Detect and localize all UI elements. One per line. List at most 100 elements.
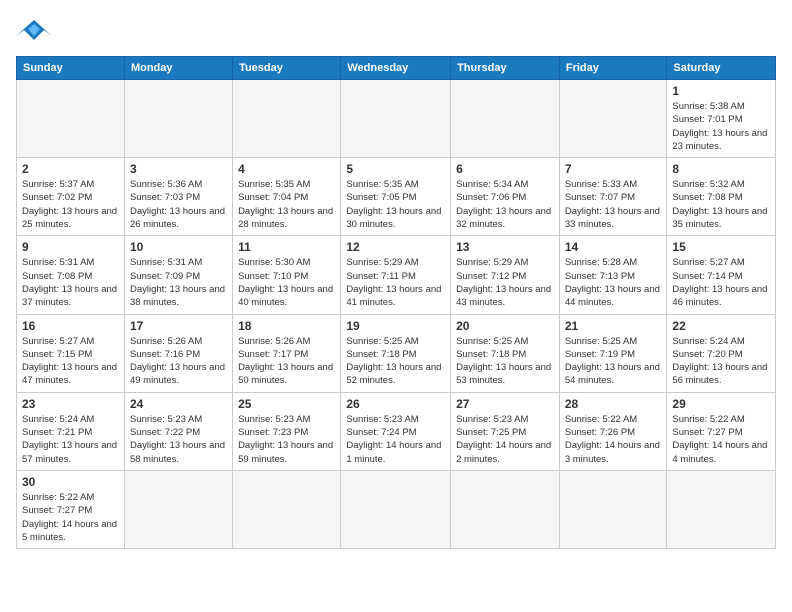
day-info: Sunrise: 5:37 AM Sunset: 7:02 PM Dayligh… <box>22 178 119 231</box>
calendar-cell: 27 Sunrise: 5:23 AM Sunset: 7:25 PM Dayli… <box>451 392 560 470</box>
calendar-cell: 24 Sunrise: 5:23 AM Sunset: 7:22 PM Dayli… <box>124 392 232 470</box>
day-number: 29 <box>672 397 770 411</box>
day-info: Sunrise: 5:23 AM Sunset: 7:23 PM Dayligh… <box>238 413 335 466</box>
day-info: Sunrise: 5:25 AM Sunset: 7:19 PM Dayligh… <box>565 335 662 388</box>
day-number: 9 <box>22 240 119 254</box>
day-number: 3 <box>130 162 227 176</box>
calendar-cell <box>124 470 232 548</box>
calendar-cell: 29 Sunrise: 5:22 AM Sunset: 7:27 PM Dayli… <box>667 392 776 470</box>
calendar-cell: 12 Sunrise: 5:29 AM Sunset: 7:11 PM Dayli… <box>341 236 451 314</box>
calendar-cell: 28Sunrise: 5:22 AM Sunset: 7:26 PM Dayli… <box>559 392 667 470</box>
day-info: Sunrise: 5:26 AM Sunset: 7:16 PM Dayligh… <box>130 335 227 388</box>
calendar-cell <box>451 470 560 548</box>
day-number: 23 <box>22 397 119 411</box>
calendar-cell: 4 Sunrise: 5:35 AM Sunset: 7:04 PM Daylig… <box>233 158 341 236</box>
day-number: 22 <box>672 319 770 333</box>
calendar-cell <box>451 80 560 158</box>
day-info: Sunrise: 5:31 AM Sunset: 7:08 PM Dayligh… <box>22 256 119 309</box>
day-number: 27 <box>456 397 554 411</box>
weekday-header-sunday: Sunday <box>17 57 125 80</box>
day-number: 17 <box>130 319 227 333</box>
calendar-week-row: 23 Sunrise: 5:24 AM Sunset: 7:21 PM Dayli… <box>17 392 776 470</box>
calendar-cell: 19 Sunrise: 5:25 AM Sunset: 7:18 PM Dayli… <box>341 314 451 392</box>
logo <box>16 16 58 44</box>
day-number: 2 <box>22 162 119 176</box>
day-number: 12 <box>346 240 445 254</box>
day-info: Sunrise: 5:36 AM Sunset: 7:03 PM Dayligh… <box>130 178 227 231</box>
calendar-cell <box>667 470 776 548</box>
calendar-cell: 25 Sunrise: 5:23 AM Sunset: 7:23 PM Dayli… <box>233 392 341 470</box>
calendar-cell: 23 Sunrise: 5:24 AM Sunset: 7:21 PM Dayli… <box>17 392 125 470</box>
calendar-cell: 11 Sunrise: 5:30 AM Sunset: 7:10 PM Dayli… <box>233 236 341 314</box>
weekday-header-wednesday: Wednesday <box>341 57 451 80</box>
calendar-cell: 18Sunrise: 5:26 AM Sunset: 7:17 PM Dayli… <box>233 314 341 392</box>
day-info: Sunrise: 5:25 AM Sunset: 7:18 PM Dayligh… <box>346 335 445 388</box>
day-info: Sunrise: 5:34 AM Sunset: 7:06 PM Dayligh… <box>456 178 554 231</box>
weekday-header-row: SundayMondayTuesdayWednesdayThursdayFrid… <box>17 57 776 80</box>
day-info: Sunrise: 5:24 AM Sunset: 7:21 PM Dayligh… <box>22 413 119 466</box>
calendar-cell: 8Sunrise: 5:32 AM Sunset: 7:08 PM Daylig… <box>667 158 776 236</box>
day-number: 6 <box>456 162 554 176</box>
calendar-week-row: 30Sunrise: 5:22 AM Sunset: 7:27 PM Dayli… <box>17 470 776 548</box>
day-number: 11 <box>238 240 335 254</box>
weekday-header-tuesday: Tuesday <box>233 57 341 80</box>
calendar-cell: 2 Sunrise: 5:37 AM Sunset: 7:02 PM Daylig… <box>17 158 125 236</box>
calendar-cell: 20Sunrise: 5:25 AM Sunset: 7:18 PM Dayli… <box>451 314 560 392</box>
day-info: Sunrise: 5:23 AM Sunset: 7:24 PM Dayligh… <box>346 413 445 466</box>
day-info: Sunrise: 5:32 AM Sunset: 7:08 PM Dayligh… <box>672 178 770 231</box>
day-info: Sunrise: 5:26 AM Sunset: 7:17 PM Dayligh… <box>238 335 335 388</box>
calendar-cell: 26 Sunrise: 5:23 AM Sunset: 7:24 PM Dayli… <box>341 392 451 470</box>
day-info: Sunrise: 5:22 AM Sunset: 7:27 PM Dayligh… <box>672 413 770 466</box>
day-info: Sunrise: 5:27 AM Sunset: 7:14 PM Dayligh… <box>672 256 770 309</box>
calendar-cell <box>341 470 451 548</box>
day-info: Sunrise: 5:33 AM Sunset: 7:07 PM Dayligh… <box>565 178 662 231</box>
day-number: 16 <box>22 319 119 333</box>
calendar-cell: 9 Sunrise: 5:31 AM Sunset: 7:08 PM Daylig… <box>17 236 125 314</box>
day-number: 24 <box>130 397 227 411</box>
day-number: 7 <box>565 162 662 176</box>
weekday-header-saturday: Saturday <box>667 57 776 80</box>
day-info: Sunrise: 5:24 AM Sunset: 7:20 PM Dayligh… <box>672 335 770 388</box>
day-number: 21 <box>565 319 662 333</box>
calendar-cell: 10 Sunrise: 5:31 AM Sunset: 7:09 PM Dayli… <box>124 236 232 314</box>
calendar-week-row: 9 Sunrise: 5:31 AM Sunset: 7:08 PM Daylig… <box>17 236 776 314</box>
day-info: Sunrise: 5:35 AM Sunset: 7:04 PM Dayligh… <box>238 178 335 231</box>
day-info: Sunrise: 5:29 AM Sunset: 7:11 PM Dayligh… <box>346 256 445 309</box>
calendar-cell <box>559 470 667 548</box>
calendar-cell <box>233 80 341 158</box>
calendar-cell <box>341 80 451 158</box>
calendar-cell: 30Sunrise: 5:22 AM Sunset: 7:27 PM Dayli… <box>17 470 125 548</box>
day-number: 26 <box>346 397 445 411</box>
calendar-cell: 13 Sunrise: 5:29 AM Sunset: 7:12 PM Dayli… <box>451 236 560 314</box>
calendar-week-row: 2 Sunrise: 5:37 AM Sunset: 7:02 PM Daylig… <box>17 158 776 236</box>
day-number: 5 <box>346 162 445 176</box>
day-info: Sunrise: 5:22 AM Sunset: 7:26 PM Dayligh… <box>565 413 662 466</box>
day-info: Sunrise: 5:29 AM Sunset: 7:12 PM Dayligh… <box>456 256 554 309</box>
page: SundayMondayTuesdayWednesdayThursdayFrid… <box>0 0 792 565</box>
day-number: 20 <box>456 319 554 333</box>
calendar-week-row: 1Sunrise: 5:38 AM Sunset: 7:01 PM Daylig… <box>17 80 776 158</box>
calendar-cell: 3 Sunrise: 5:36 AM Sunset: 7:03 PM Daylig… <box>124 158 232 236</box>
calendar-cell: 7 Sunrise: 5:33 AM Sunset: 7:07 PM Daylig… <box>559 158 667 236</box>
day-info: Sunrise: 5:27 AM Sunset: 7:15 PM Dayligh… <box>22 335 119 388</box>
day-number: 25 <box>238 397 335 411</box>
calendar-cell: 17 Sunrise: 5:26 AM Sunset: 7:16 PM Dayli… <box>124 314 232 392</box>
calendar-cell <box>17 80 125 158</box>
day-number: 4 <box>238 162 335 176</box>
day-info: Sunrise: 5:35 AM Sunset: 7:05 PM Dayligh… <box>346 178 445 231</box>
day-info: Sunrise: 5:31 AM Sunset: 7:09 PM Dayligh… <box>130 256 227 309</box>
calendar-cell: 1Sunrise: 5:38 AM Sunset: 7:01 PM Daylig… <box>667 80 776 158</box>
weekday-header-thursday: Thursday <box>451 57 560 80</box>
day-info: Sunrise: 5:23 AM Sunset: 7:22 PM Dayligh… <box>130 413 227 466</box>
day-number: 13 <box>456 240 554 254</box>
logo-icon <box>16 16 52 44</box>
calendar-cell: 15Sunrise: 5:27 AM Sunset: 7:14 PM Dayli… <box>667 236 776 314</box>
calendar-cell <box>124 80 232 158</box>
day-info: Sunrise: 5:30 AM Sunset: 7:10 PM Dayligh… <box>238 256 335 309</box>
day-number: 19 <box>346 319 445 333</box>
day-info: Sunrise: 5:23 AM Sunset: 7:25 PM Dayligh… <box>456 413 554 466</box>
day-info: Sunrise: 5:22 AM Sunset: 7:27 PM Dayligh… <box>22 491 119 544</box>
day-number: 10 <box>130 240 227 254</box>
calendar-cell: 5 Sunrise: 5:35 AM Sunset: 7:05 PM Daylig… <box>341 158 451 236</box>
calendar-cell <box>233 470 341 548</box>
